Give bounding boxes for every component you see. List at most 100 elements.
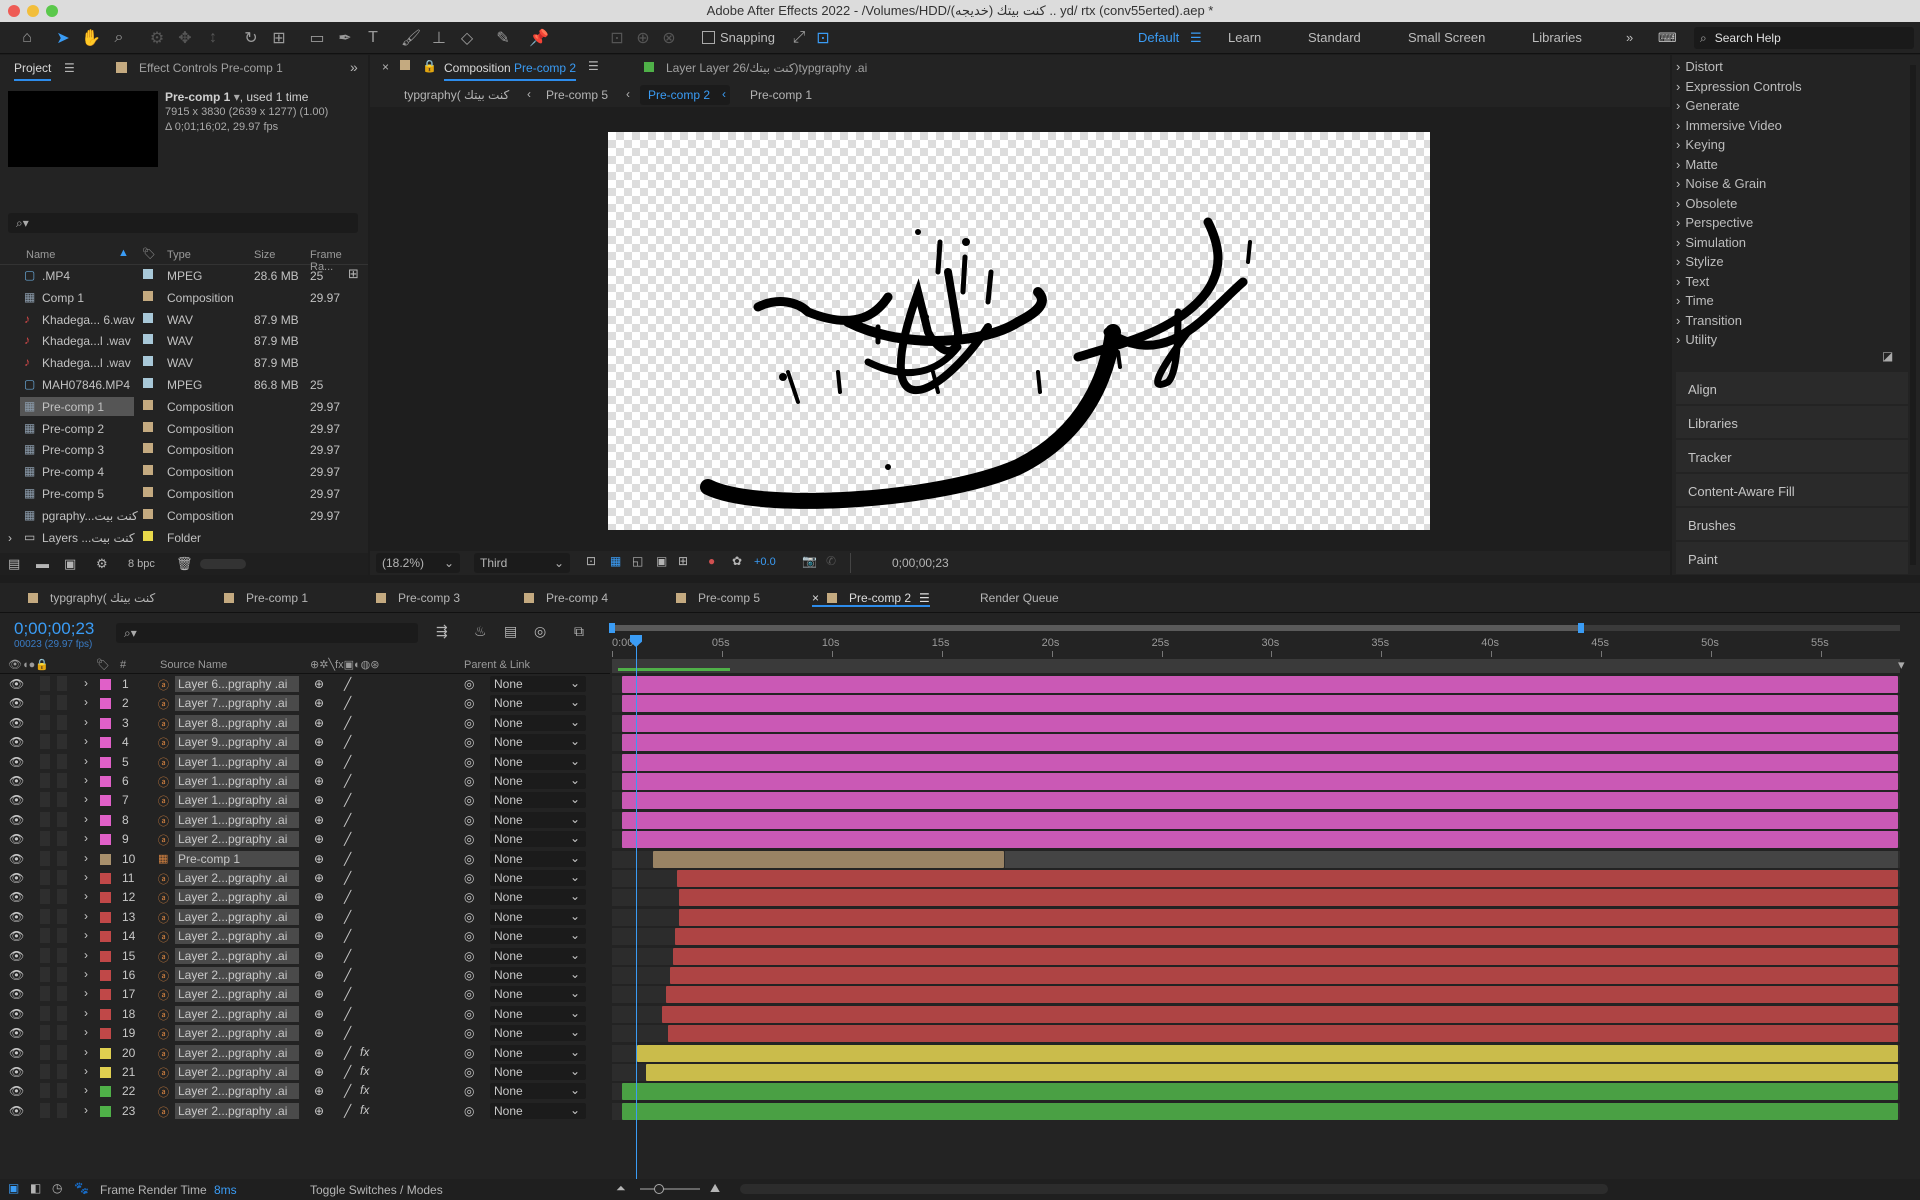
lock-toggle[interactable] [57,947,67,963]
layer-row[interactable]: 👁 › 17 ⓐ Layer 2...pgraphy .ai ⊕ ╱ ◎ None ⌄ [0,985,1920,1004]
chevron-down-icon[interactable]: ⌄ [570,1103,580,1117]
parent-dropdown[interactable]: None [494,1026,523,1040]
chevron-down-icon[interactable]: ⌄ [570,1083,580,1097]
snap-edges-icon[interactable]: ⤢ [786,25,812,51]
chevron-right-icon[interactable]: › [84,773,88,787]
eye-icon[interactable]: 👁 [9,1104,24,1118]
chevron-down-icon[interactable]: ⌄ [570,676,580,690]
layer-source-name[interactable]: Layer 2...pgraphy .ai [178,910,287,924]
parent-dropdown[interactable]: None [494,1046,523,1060]
solo-toggle[interactable] [40,870,50,885]
layer-duration-bar[interactable] [622,831,1898,849]
chevron-right-icon[interactable]: › [84,792,88,806]
shy-switch-icon[interactable]: ⊕ [314,793,324,807]
shy-switch-icon[interactable]: ⊕ [314,1046,324,1060]
fx-switch-icon[interactable]: fx [360,1064,369,1078]
lock-toggle[interactable] [57,928,67,944]
eye-icon[interactable]: 👁 [9,716,24,730]
label-swatch[interactable] [100,950,111,962]
layer-row[interactable]: 👁 › 9 ⓐ Layer 2...pgraphy .ai ⊕ ╱ ◎ None ⌄ [0,830,1920,849]
shy-switch-icon[interactable]: ⊕ [314,677,324,691]
parent-dropdown[interactable]: None [494,987,523,1001]
solo-toggle[interactable] [40,831,50,847]
pickwhip-icon[interactable]: ◎ [464,871,474,885]
label-swatch[interactable] [143,508,153,519]
work-area-end-handle[interactable] [1578,623,1584,633]
lock-toggle[interactable] [57,811,67,827]
label-swatch[interactable] [100,1067,111,1078]
panel-brushes[interactable]: Brushes [1676,508,1908,540]
panel-menu-icon[interactable]: ☰ [588,59,599,73]
eye-icon[interactable]: 👁 [9,1046,24,1060]
effects-scrollbar[interactable] [1910,65,1916,565]
shy-switch-icon[interactable]: ⊕ [314,910,324,924]
layer-duration-bar[interactable] [622,792,1898,810]
parent-dropdown[interactable]: None [494,1104,523,1118]
show-snapshot-icon[interactable]: ✆ [826,554,836,568]
shy-switch-icon[interactable]: ⊕ [314,852,324,866]
shy-layers-icon[interactable]: ▤ [504,623,517,640]
project-item[interactable]: ▢ MAH07846.MP4 MPEG 86.8 MB 25 [0,374,346,396]
layer-row[interactable]: 👁 › 21 ⓐ Layer 2...pgraphy .ai ⊕ ╱ fx ◎ None ⌄ [0,1063,1920,1082]
chevron-down-icon[interactable]: ⌄ [570,812,580,826]
workspace-libraries[interactable]: Libraries [1532,30,1582,45]
breadcrumb-typography[interactable]: typgraphy( كنت بيتك [404,88,509,102]
quality-switch-icon[interactable]: ╱ [344,949,351,963]
project-item[interactable]: ▦ Comp 1 Composition 29.97 [0,287,346,309]
layer-duration-bar[interactable] [672,947,1898,965]
eraser-tool-icon[interactable]: ◇ [454,25,480,51]
layer-duration-bar[interactable] [622,753,1898,771]
quality-switch-icon[interactable]: ╱ [344,1007,351,1021]
label-swatch[interactable] [100,737,111,749]
eye-icon[interactable]: 👁 [9,1084,24,1098]
layer-source-name[interactable]: Layer 2...pgraphy .ai [178,1065,287,1079]
label-swatch[interactable] [100,814,111,826]
project-item[interactable]: ♪ Khadega...l .wav WAV 87.9 MB [0,330,346,352]
rectangle-tool-icon[interactable]: ▭ [304,25,330,51]
chevron-right-icon[interactable]: › [84,831,88,845]
pickwhip-icon[interactable]: ◎ [464,1104,474,1118]
chevron-down-icon[interactable]: ⌄ [570,734,580,748]
label-swatch[interactable] [100,834,111,846]
time-ruler[interactable]: 0:00s 05s 10s 15s 20s 25s 30s 35s 40s 45s 50s 55s [609,623,1900,675]
parent-dropdown[interactable]: None [494,1065,523,1079]
quality-switch-icon[interactable]: ╱ [344,774,351,788]
project-item[interactable]: ♪ Khadega... 6.wav WAV 87.9 MB [0,309,346,331]
lock-toggle[interactable] [57,695,67,711]
solo-toggle[interactable] [40,850,50,866]
effect-category[interactable]: › Generate [1676,98,1740,113]
solo-toggle[interactable] [40,1044,50,1060]
panel-overflow-icon[interactable]: » [350,59,358,75]
fx-switch-icon[interactable]: fx [360,1103,369,1117]
timeline-tab[interactable]: Pre-comp 4 [524,591,608,605]
work-area-start-handle[interactable] [609,623,615,633]
lock-toggle[interactable] [57,986,67,1002]
eye-icon[interactable]: 👁 [9,832,24,846]
shy-switch-icon[interactable]: ⊕ [314,1026,324,1040]
pickwhip-icon[interactable]: ◎ [464,696,474,710]
zoom-window-button[interactable] [46,5,58,17]
fx-switch-icon[interactable]: fx [360,1083,369,1097]
quality-switch-icon[interactable]: ╱ [344,852,351,866]
parent-dropdown[interactable]: None [494,890,523,904]
solo-toggle[interactable] [40,947,50,963]
layer-source-name[interactable]: Layer 2...pgraphy .ai [178,1007,287,1021]
effect-category[interactable]: › Text [1676,274,1709,289]
chevron-right-icon[interactable]: › [84,715,88,729]
chevron-right-icon[interactable]: › [84,1045,88,1059]
chevron-right-icon[interactable]: › [84,889,88,903]
solo-toggle[interactable] [40,908,50,924]
quality-switch-icon[interactable]: ╱ [344,793,351,807]
solo-toggle[interactable] [40,889,50,905]
solo-toggle[interactable] [40,773,50,788]
timeline-tab[interactable]: Pre-comp 3 [376,591,460,605]
mask-visibility-icon[interactable]: ◱ [632,554,643,568]
pickwhip-icon[interactable]: ◎ [464,755,474,769]
eye-icon[interactable]: 👁 [9,871,24,885]
layer-row[interactable]: 👁 › 14 ⓐ Layer 2...pgraphy .ai ⊕ ╱ ◎ None ⌄ [0,927,1920,946]
type-tool-icon[interactable]: T [360,25,386,51]
shy-switch-icon[interactable]: ⊕ [314,813,324,827]
panel-content-aware-fill[interactable]: Content-Aware Fill [1676,474,1908,506]
layer-duration-bar[interactable] [668,1025,1898,1043]
layer-duration-bar[interactable] [622,676,1898,693]
